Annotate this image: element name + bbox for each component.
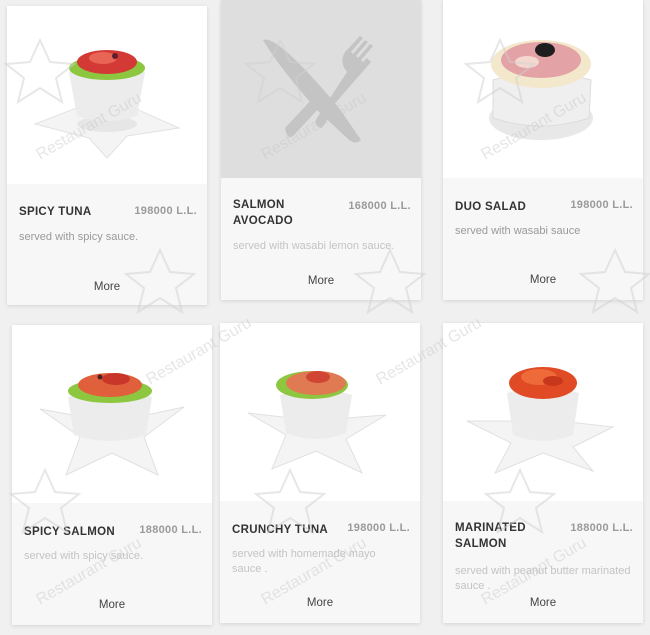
dish-description: served with homemade mayo sauce .: [232, 548, 376, 575]
dish-photo: [7, 6, 207, 184]
dish-photo: [220, 323, 420, 501]
dish-description: served with peanut butter marinated sauc…: [455, 565, 631, 592]
more-link[interactable]: More: [220, 597, 420, 609]
cutlery-placeholder-icon: [221, 0, 421, 178]
dish-description: served with spicy sauce.: [24, 550, 144, 562]
dish-price: 188000 L.L.: [570, 522, 633, 534]
menu-item-card[interactable]: SPICY TUNA 198000 L.L. served with spicy…: [7, 6, 207, 305]
more-link[interactable]: More: [443, 274, 643, 286]
dish-photo: [12, 325, 212, 503]
dish-description: served with wasabi lemon sauce.: [233, 240, 395, 252]
menu-item-card[interactable]: DUO SALAD 198000 L.L. served with wasabi…: [443, 0, 643, 300]
dish-photo: [443, 323, 643, 501]
dish-photo: [443, 0, 643, 178]
dish-name: SALMON AVOCADO: [233, 199, 294, 227]
more-link[interactable]: More: [12, 599, 212, 611]
menu-item-card[interactable]: SPICY SALMON 188000 L.L. served with spi…: [12, 325, 212, 625]
dish-price: 198000 L.L.: [347, 522, 410, 534]
dish-name: CRUNCHY TUNA: [232, 524, 329, 536]
dish-price: 198000 L.L.: [570, 199, 633, 211]
dish-price: 168000 L.L.: [348, 200, 411, 212]
dish-description: served with spicy sauce.: [19, 231, 139, 243]
menu-item-card[interactable]: CRUNCHY TUNA 198000 L.L. served with hom…: [220, 323, 420, 623]
menu-item-card[interactable]: SALMON AVOCADO 168000 L.L. served with w…: [221, 0, 421, 300]
more-link[interactable]: More: [221, 275, 421, 287]
dish-price: 198000 L.L.: [134, 205, 197, 217]
more-link[interactable]: More: [443, 597, 643, 609]
dish-description: served with wasabi sauce: [455, 225, 581, 237]
dish-name: SPICY SALMON: [24, 526, 115, 538]
dish-name: DUO SALAD: [455, 201, 527, 213]
menu-item-card[interactable]: MARINATED SALMON 188000 L.L. served with…: [443, 323, 643, 623]
dish-price: 188000 L.L.: [139, 524, 202, 536]
more-link[interactable]: More: [7, 281, 207, 293]
dish-name: SPICY TUNA: [19, 206, 92, 218]
dish-name: MARINATED SALMON: [455, 522, 526, 550]
